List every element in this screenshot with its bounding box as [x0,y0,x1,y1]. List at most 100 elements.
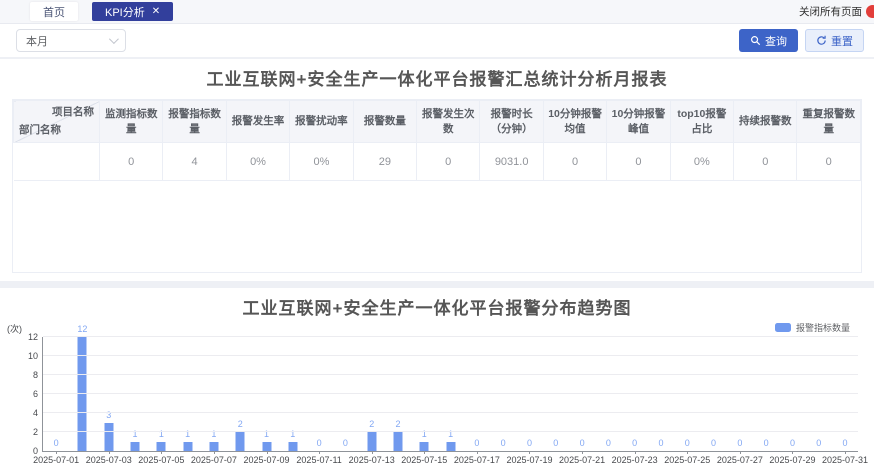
x-axis-label: 2025-07-09 [243,455,289,465]
bar-value-label: 0 [764,439,769,448]
chart-card: 工业互联网+安全生产一体化平台报警分布趋势图 报警指标数量 (次) 02025-… [0,288,874,468]
report-card: 工业互联网+安全生产一体化平台报警汇总统计分析月报表 项目名称 部门名称 监测指… [0,59,874,281]
table-cell: 29 [353,143,416,181]
table-cell: 0% [226,143,289,181]
x-axis-label: 2025-07-27 [717,455,763,465]
chart-title: 工业互联网+安全生产一体化平台报警分布趋势图 [0,294,874,319]
x-axis-label: 2025-07-15 [401,455,447,465]
x-axis-tick [529,451,530,454]
column-header: top10报警占比 [670,101,733,143]
bar-value-label: 0 [606,439,611,448]
y-axis-label: 10 [28,351,38,361]
y-axis-unit-label: (次) [7,322,22,335]
x-axis-label: 2025-07-01 [33,455,79,465]
x-axis-tick [740,451,741,454]
chevron-down-icon [109,34,119,44]
bar-value-label: 0 [474,439,479,448]
tab-kpi-analysis[interactable]: KPI分析 ✕ [92,2,173,21]
bar-value-label: 0 [501,439,506,448]
bar [262,442,271,451]
column-header: 报警发生率 [226,101,289,143]
bar-value-label: 0 [816,439,821,448]
table-cell: 0 [797,143,861,181]
bar [288,442,297,451]
reset-button[interactable]: 重置 [805,29,864,52]
notification-badge[interactable] [866,5,874,18]
gridline [43,374,858,375]
table-cell: 0 [607,143,670,181]
x-axis-label: 2025-07-13 [349,455,395,465]
bar [209,442,218,451]
bar-value-label: 0 [580,439,585,448]
table-cell: 0% [290,143,353,181]
tab-home[interactable]: 首页 [30,2,78,21]
bar-value-label: 0 [527,439,532,448]
bar-value-label: 0 [658,439,663,448]
bar-chart-plot: (次) 02025-07-011232025-07-03112025-07-05… [42,337,858,452]
bar-value-label: 2 [369,420,374,429]
table-cell: 0 [417,143,480,181]
bar-value-label: 0 [553,439,558,448]
y-axis-label: 6 [33,389,38,399]
gridline [43,412,858,413]
legend-label: 报警指标数量 [796,321,850,334]
column-header: 报警发生次数 [417,101,480,143]
table-row: 040%0%2909031.0000%00 [14,143,861,181]
x-axis-tick [845,451,846,454]
close-all-pages-button[interactable]: 关闭所有页面 [799,4,874,19]
bar-value-label: 0 [843,439,848,448]
y-axis-label: 4 [33,408,38,418]
bar-value-label: 0 [632,439,637,448]
bar-value-label: 0 [317,439,322,448]
x-axis-label: 2025-07-03 [86,455,132,465]
bar-value-label: 2 [238,420,243,429]
x-axis-label: 2025-07-11 [296,455,341,465]
x-axis-tick [56,451,57,454]
query-button[interactable]: 查询 [739,29,798,52]
gridline [43,393,858,394]
x-axis-tick [214,451,215,454]
close-tab-icon[interactable]: ✕ [152,7,160,17]
bar-value-label: 2 [395,420,400,429]
y-axis-label: 8 [33,370,38,380]
close-all-label: 关闭所有页面 [799,4,862,19]
legend-swatch [775,323,791,332]
x-axis-label: 2025-07-29 [769,455,815,465]
x-axis-tick [267,451,268,454]
bar [131,442,140,451]
column-header: 报警数量 [353,101,416,143]
bar [236,432,245,451]
gridline [43,431,858,432]
x-axis-tick [319,451,320,454]
column-header: 报警指标数量 [163,101,226,143]
column-header: 持续报警数 [734,101,797,143]
table-cell: 9031.0 [480,143,543,181]
tab-kpi-label: KPI分析 [105,4,145,20]
bar-value-label: 0 [790,439,795,448]
filter-toolbar: 本月 查询 重置 [0,24,874,57]
y-axis-label: 0 [33,446,38,456]
bar [446,442,455,451]
corner-top-right-label: 项目名称 [52,105,94,119]
bar [394,432,403,451]
x-axis-label: 2025-07-19 [506,455,552,465]
x-axis-tick [792,451,793,454]
legend-item[interactable]: 报警指标数量 [775,321,850,334]
bar-value-label: 0 [737,439,742,448]
table-header-row: 项目名称 部门名称 监测指标数量报警指标数量报警发生率报警扰动率报警数量报警发生… [14,101,861,143]
report-title: 工业互联网+安全生产一体化平台报警汇总统计分析月报表 [0,65,874,90]
table-cell: 4 [163,143,226,181]
bar [104,423,113,452]
period-select[interactable]: 本月 [16,29,126,52]
table-cell [14,143,100,181]
x-axis-tick [161,451,162,454]
column-header: 10分钟报警均值 [543,101,606,143]
x-axis-tick [109,451,110,454]
x-axis-tick [635,451,636,454]
x-axis-label: 2025-07-05 [138,455,184,465]
refresh-icon [816,35,827,46]
x-axis-tick [687,451,688,454]
x-axis-label: 2025-07-23 [612,455,658,465]
column-header: 重复报警数量 [797,101,861,143]
bar-value-label: 0 [711,439,716,448]
